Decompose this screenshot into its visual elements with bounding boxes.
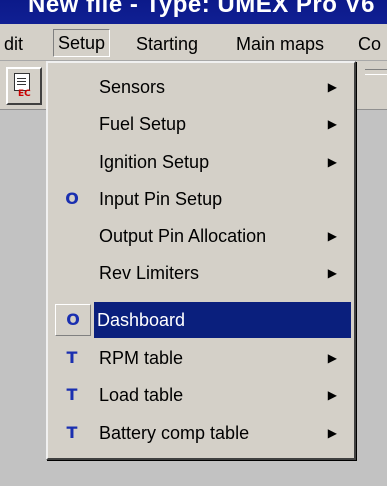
t-icon: T [66, 385, 78, 404]
submenu-arrow-icon: ▶ [327, 229, 337, 243]
menu-item-rev-limiters[interactable]: Rev Limiters ▶ [51, 255, 351, 291]
item-icon [55, 106, 89, 142]
o-icon: O [55, 304, 91, 336]
submenu-arrow-icon: ▶ [327, 426, 337, 440]
setup-dropdown-menu: Sensors ▶ Fuel Setup ▶ Ignition Setup ▶ … [46, 61, 356, 460]
submenu-arrow-icon: ▶ [327, 388, 337, 402]
menu-item-label: Rev Limiters [99, 263, 200, 283]
menu-item-dashboard[interactable]: O Dashboard [51, 302, 351, 338]
menu-item-ignition-setup[interactable]: Ignition Setup ▶ [51, 144, 351, 180]
t-icon: T [66, 348, 78, 367]
submenu-arrow-icon: ▶ [327, 80, 337, 94]
menu-item-output-pin-allocation[interactable]: Output Pin Allocation ▶ [51, 218, 351, 254]
menu-edit[interactable]: dit [0, 31, 27, 57]
submenu-arrow-icon: ▶ [327, 351, 337, 365]
menu-bar: dit Setup Starting Main maps Co [0, 24, 387, 61]
submenu-arrow-icon: ▶ [327, 117, 337, 131]
menu-item-label: Output Pin Allocation [99, 226, 267, 246]
item-icon [55, 218, 89, 254]
title-bar: New file - Type: UMEX Pro V6 [0, 0, 387, 24]
menu-item-load-table[interactable]: T Load table ▶ [51, 377, 351, 413]
new-file-button[interactable]: EC [6, 67, 42, 105]
toolbar-separator [365, 69, 387, 75]
item-icon [55, 69, 89, 105]
menu-item-label: Dashboard [94, 302, 351, 338]
menu-item-label: RPM table [99, 348, 184, 368]
submenu-arrow-icon: ▶ [327, 155, 337, 169]
menu-item-battery-comp-table[interactable]: T Battery comp table ▶ [51, 415, 351, 451]
window-title: New file - Type: UMEX Pro V6 [28, 0, 375, 18]
menu-item-input-pin-setup[interactable]: O Input Pin Setup [51, 181, 351, 217]
menu-item-label: Input Pin Setup [99, 189, 223, 209]
menu-item-label: Load table [99, 385, 184, 405]
menu-starting[interactable]: Starting [132, 31, 202, 57]
menu-co[interactable]: Co [354, 31, 385, 57]
menu-item-rpm-table[interactable]: T RPM table ▶ [51, 340, 351, 376]
menu-item-sensors[interactable]: Sensors ▶ [51, 69, 351, 105]
menu-setup[interactable]: Setup [53, 29, 111, 57]
submenu-arrow-icon: ▶ [327, 266, 337, 280]
t-icon: T [66, 423, 78, 442]
menu-item-fuel-setup[interactable]: Fuel Setup ▶ [51, 106, 351, 142]
menu-item-label: Sensors [99, 77, 166, 97]
o-icon: O [65, 189, 79, 208]
menu-main-maps[interactable]: Main maps [232, 31, 328, 57]
menu-item-label: Fuel Setup [99, 114, 187, 134]
item-icon [55, 144, 89, 180]
menu-item-label: Battery comp table [99, 423, 250, 443]
ec-label: EC [18, 89, 31, 99]
menu-item-label: Ignition Setup [99, 152, 210, 172]
item-icon [55, 255, 89, 291]
